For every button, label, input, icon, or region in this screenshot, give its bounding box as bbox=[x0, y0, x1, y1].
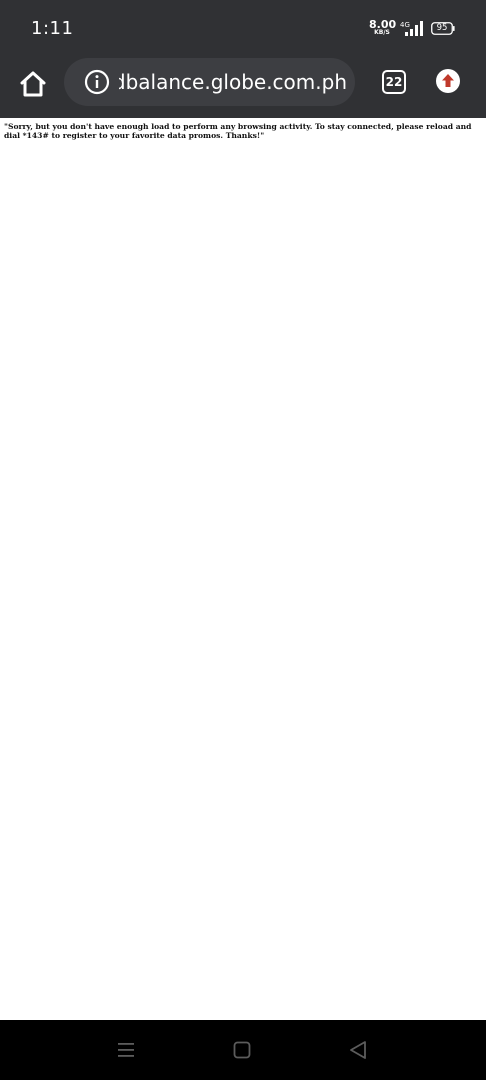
menu-icon[interactable] bbox=[114, 1038, 138, 1062]
tabs-icon[interactable]: 22 bbox=[382, 70, 406, 94]
navigation-bar bbox=[0, 1020, 486, 1080]
status-bar: 1:11 8.00 KB/S 4G 95 bbox=[0, 0, 486, 58]
update-arrow-icon bbox=[442, 74, 454, 87]
url-text[interactable]: dbalance.globe.com.ph bbox=[119, 70, 347, 94]
info-icon[interactable] bbox=[84, 69, 110, 95]
tab-count: 22 bbox=[385, 75, 403, 89]
network-speed: 8.00 KB/S bbox=[369, 19, 396, 36]
battery-level: 95 bbox=[436, 23, 448, 33]
out-of-load-message: "Sorry, but you don't have enough load t… bbox=[4, 122, 472, 140]
signal-icon: 4G bbox=[400, 21, 423, 36]
network-type: 4G bbox=[400, 21, 410, 29]
browser-toolbar: dbalance.globe.com.ph 22 bbox=[0, 58, 486, 118]
address-bar[interactable]: dbalance.globe.com.ph bbox=[64, 58, 355, 106]
home-icon[interactable] bbox=[16, 67, 50, 101]
url-value: dbalance.globe.com.ph bbox=[119, 70, 347, 94]
home-square-icon[interactable] bbox=[230, 1038, 254, 1062]
update-button[interactable] bbox=[436, 69, 460, 93]
page-content: "Sorry, but you don't have enough load t… bbox=[0, 118, 486, 1020]
status-time: 1:11 bbox=[31, 18, 74, 39]
back-triangle-icon[interactable] bbox=[346, 1038, 370, 1062]
